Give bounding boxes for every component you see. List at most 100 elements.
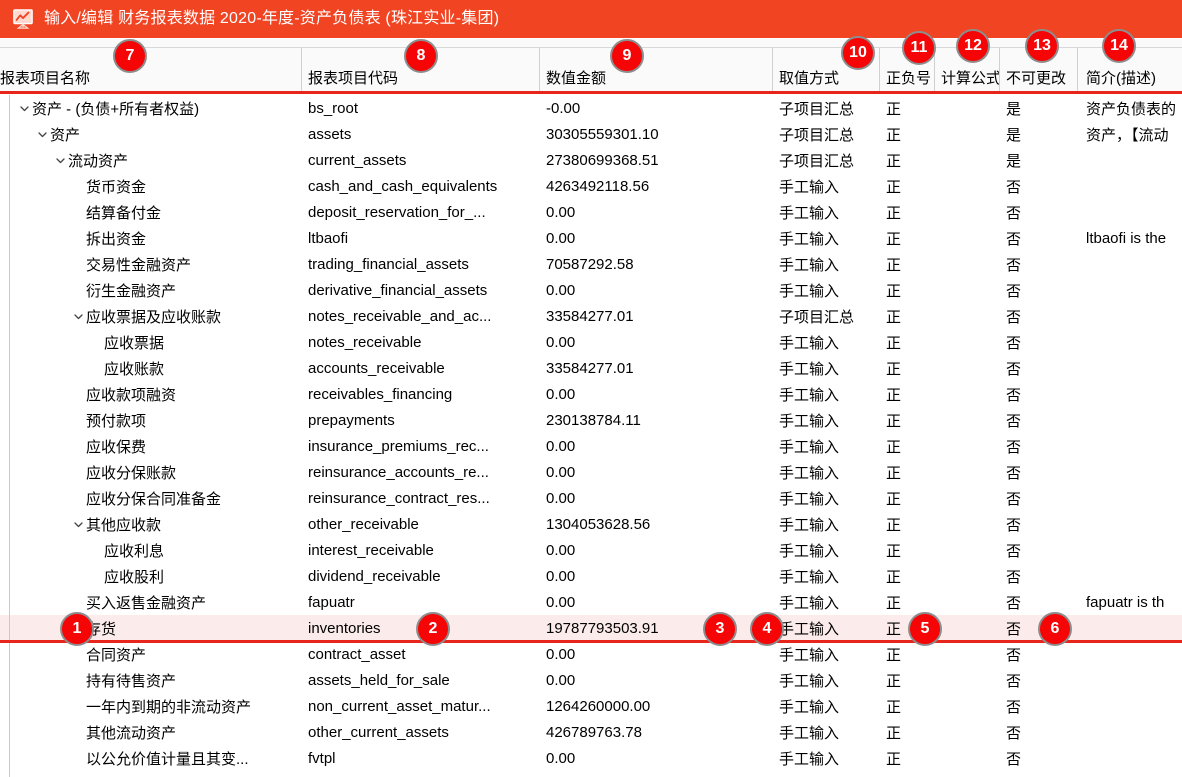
cell-value-amount[interactable]: 0.00 [540,641,773,667]
cell-value-amount[interactable]: 0.00 [540,745,773,771]
cell-formula[interactable] [935,459,1000,485]
cell-value-amount[interactable]: 27380699368.51 [540,147,773,173]
cell-value-amount[interactable]: 1264260000.00 [540,693,773,719]
cell-description[interactable] [1078,251,1182,277]
cell-item-name[interactable]: 应收票据及应收账款 [0,303,302,329]
cell-description[interactable] [1078,667,1182,693]
cell-sign[interactable]: 正 [880,95,935,121]
cell-formula[interactable] [935,121,1000,147]
cell-value-mode[interactable]: 手工输入 [773,225,880,251]
table-row[interactable]: 其他流动资产 other_current_assets 426789763.78 手工… [0,719,1182,745]
table-row[interactable]: 货币资金 cash_and_cash_equivalents 4263492118.… [0,173,1182,199]
table-row[interactable]: 结算备付金 deposit_reservation_for_... 0.00 手工输入… [0,199,1182,225]
cell-formula[interactable] [935,251,1000,277]
cell-value-mode[interactable]: 手工输入 [773,641,880,667]
cell-description[interactable] [1078,485,1182,511]
cell-sign[interactable]: 正 [880,329,935,355]
cell-item-name[interactable]: 拆出资金 [0,225,302,251]
cell-description[interactable] [1078,303,1182,329]
cell-description[interactable] [1078,147,1182,173]
cell-formula[interactable] [935,667,1000,693]
cell-item-code[interactable]: ltbaofi [302,225,540,251]
cell-formula[interactable] [935,615,1000,641]
cell-formula[interactable] [935,745,1000,771]
cell-value-amount[interactable]: 0.00 [540,277,773,303]
cell-formula[interactable] [935,329,1000,355]
cell-value-mode[interactable]: 手工输入 [773,381,880,407]
cell-item-name[interactable]: 持有待售资产 [0,667,302,693]
cell-value-mode[interactable]: 手工输入 [773,251,880,277]
cell-value-mode[interactable]: 手工输入 [773,329,880,355]
cell-item-code[interactable]: other_receivable [302,511,540,537]
cell-value-amount[interactable]: 33584277.01 [540,303,773,329]
cell-description[interactable] [1078,277,1182,303]
cell-locked[interactable]: 否 [1000,485,1078,511]
cell-locked[interactable]: 否 [1000,589,1078,615]
cell-locked[interactable]: 否 [1000,511,1078,537]
cell-sign[interactable]: 正 [880,745,935,771]
cell-sign[interactable] [880,771,935,777]
cell-formula[interactable] [935,641,1000,667]
cell-locked[interactable] [1000,771,1078,777]
cell-formula[interactable] [935,433,1000,459]
cell-item-code[interactable] [302,771,540,777]
cell-value-amount[interactable]: 0.00 [540,537,773,563]
cell-item-code[interactable]: assets [302,121,540,147]
table-row[interactable]: 应收账款 accounts_receivable 33584277.01 手工输入正 否 [0,355,1182,381]
cell-value-mode[interactable]: 手工输入 [773,407,880,433]
cell-item-name[interactable]: 应收票据 [0,329,302,355]
cell-locked[interactable]: 否 [1000,407,1078,433]
cell-description[interactable] [1078,719,1182,745]
chevron-down-icon[interactable] [52,147,68,173]
cell-value-mode[interactable]: 手工输入 [773,563,880,589]
cell-value-mode[interactable]: 手工输入 [773,667,880,693]
cell-item-name[interactable]: 买入返售金融资产 [0,589,302,615]
cell-sign[interactable]: 正 [880,407,935,433]
cell-value-amount[interactable]: 0.00 [540,589,773,615]
cell-formula[interactable] [935,589,1000,615]
cell-value-mode[interactable]: 手工输入 [773,615,880,641]
cell-description[interactable] [1078,693,1182,719]
cell-value-amount[interactable]: 0.00 [540,381,773,407]
cell-item-code[interactable]: reinsurance_accounts_re... [302,459,540,485]
cell-item-code[interactable]: cash_and_cash_equivalents [302,173,540,199]
cell-locked[interactable]: 否 [1000,225,1078,251]
cell-item-code[interactable]: dividend_receivable [302,563,540,589]
cell-item-code[interactable]: non_current_asset_matur... [302,693,540,719]
cell-locked[interactable]: 是 [1000,147,1078,173]
cell-item-name[interactable]: 其他流动资产 [0,719,302,745]
cell-value-mode[interactable]: 手工输入 [773,719,880,745]
table-row[interactable]: 应收票据 notes_receivable 0.00 手工输入正 否 [0,329,1182,355]
cell-value-amount[interactable]: 1304053628.56 [540,511,773,537]
cell-locked[interactable]: 否 [1000,329,1078,355]
report-items-tree-grid[interactable]: 资产 - (负债+所有者权益) bs_root -0.00 子项目汇总正是资产负债表的… [0,95,1182,777]
cell-formula[interactable] [935,485,1000,511]
cell-value-amount[interactable]: 426789763.78 [540,719,773,745]
cell-item-name[interactable]: 衍生金融资产 [0,277,302,303]
cell-description[interactable] [1078,771,1182,777]
cell-locked[interactable]: 否 [1000,355,1078,381]
table-row[interactable]: 衍生金融资产 derivative_financial_assets 0.00 手工输… [0,277,1182,303]
cell-value-mode[interactable]: 手工输入 [773,589,880,615]
cell-sign[interactable]: 正 [880,433,935,459]
cell-description[interactable] [1078,641,1182,667]
cell-item-code[interactable]: notes_receivable_and_ac... [302,303,540,329]
cell-value-mode[interactable]: 手工输入 [773,485,880,511]
cell-value-mode[interactable]: 手工输入 [773,355,880,381]
cell-item-code[interactable]: prepayments [302,407,540,433]
cell-value-mode[interactable]: 子项目汇总 [773,147,880,173]
cell-sign[interactable]: 正 [880,563,935,589]
cell-item-code[interactable]: derivative_financial_assets [302,277,540,303]
cell-sign[interactable]: 正 [880,511,935,537]
cell-value-amount[interactable]: 0.00 [540,329,773,355]
cell-locked[interactable]: 否 [1000,199,1078,225]
table-row[interactable]: 预付款项 prepayments 230138784.11 手工输入正 否 [0,407,1182,433]
cell-formula[interactable] [935,537,1000,563]
cell-value-mode[interactable]: 手工输入 [773,693,880,719]
cell-item-name[interactable]: 合同资产 [0,641,302,667]
cell-description[interactable] [1078,381,1182,407]
cell-value-mode[interactable]: 手工输入 [773,199,880,225]
cell-item-name[interactable]: 应收款项融资 [0,381,302,407]
cell-description[interactable] [1078,537,1182,563]
cell-value-amount[interactable]: 0.00 [540,199,773,225]
